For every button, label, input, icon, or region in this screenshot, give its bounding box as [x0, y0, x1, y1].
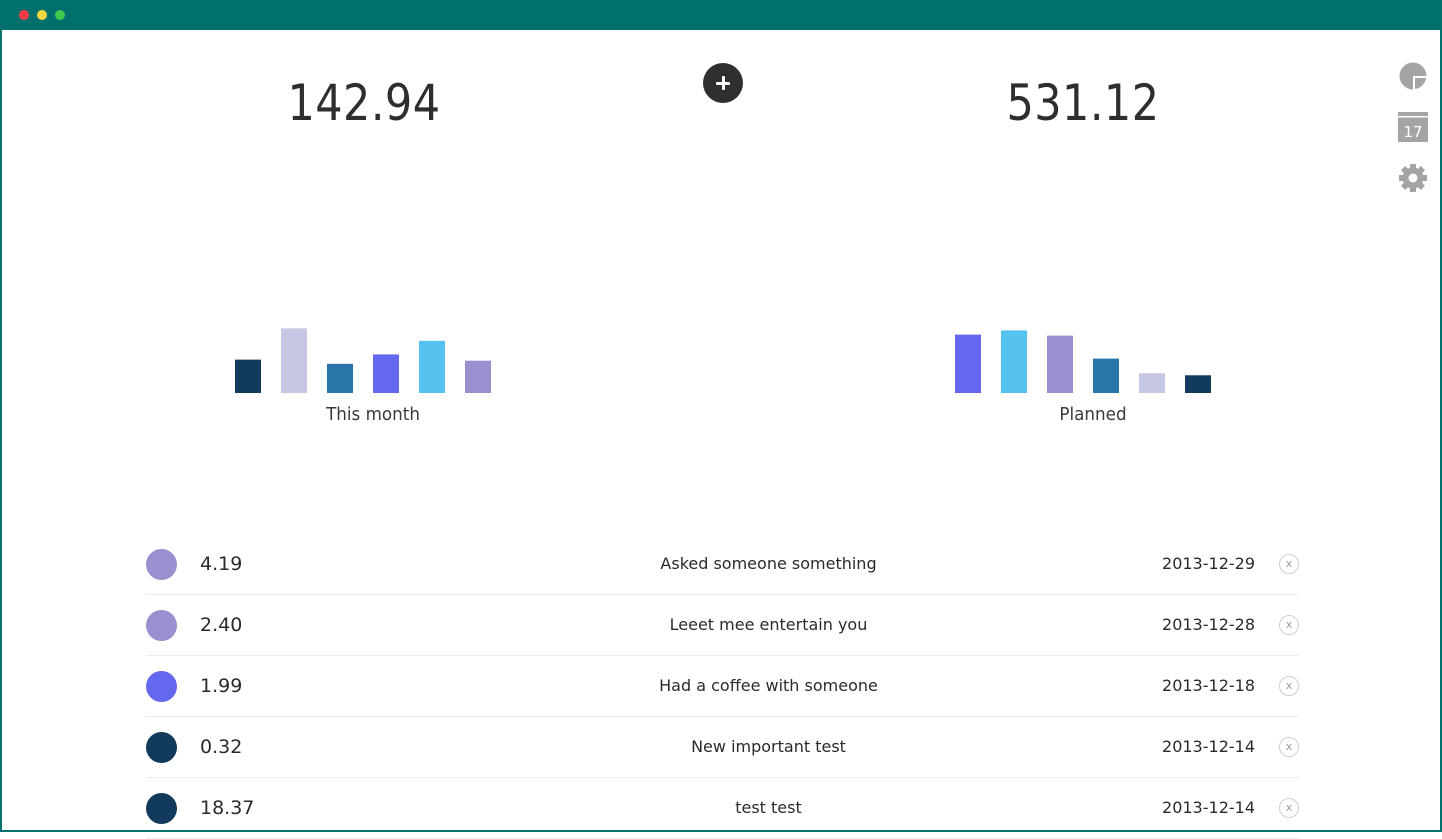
- transaction-amount: 1.99: [200, 675, 243, 697]
- app-window: 142.94 531.12 17 This month Planned 4.19: [0, 0, 1442, 839]
- calendar-day-label: 17: [1403, 123, 1422, 141]
- remove-transaction-button[interactable]: x: [1279, 737, 1299, 757]
- transaction-amount: 18.37: [200, 797, 255, 819]
- transaction-row[interactable]: 0.32 New important test 2013-12-14 x: [146, 717, 1299, 778]
- remove-transaction-button[interactable]: x: [1279, 554, 1299, 574]
- transaction-list: 4.19 Asked someone something 2013-12-29 …: [146, 534, 1299, 839]
- bar-4: [1093, 358, 1119, 393]
- this-month-chart-label: This month: [326, 404, 420, 425]
- bar-3: [327, 363, 353, 393]
- transaction-row[interactable]: 2.40 Leeet mee entertain you 2013-12-28 …: [146, 595, 1299, 656]
- planned-chart-label: Planned: [1059, 404, 1127, 425]
- maximize-window-button[interactable]: [55, 10, 65, 20]
- minimize-window-button[interactable]: [37, 10, 47, 20]
- transaction-row[interactable]: 18.37 test test 2013-12-14 x: [146, 778, 1299, 839]
- transaction-row[interactable]: 1.99 Had a coffee with someone 2013-12-1…: [146, 656, 1299, 717]
- transaction-description: Asked someone something: [660, 554, 877, 573]
- category-color-dot: [146, 610, 177, 641]
- bar-1: [235, 359, 261, 393]
- bar-3: [1047, 335, 1073, 393]
- bar-6: [1185, 375, 1211, 393]
- transaction-description: Had a coffee with someone: [659, 676, 878, 695]
- transaction-amount: 2.40: [200, 614, 243, 636]
- planned-chart: Planned: [943, 320, 1243, 432]
- remove-transaction-button[interactable]: x: [1279, 676, 1299, 696]
- transaction-date: 2013-12-18: [1162, 676, 1255, 695]
- remove-transaction-button[interactable]: x: [1279, 798, 1299, 818]
- transaction-description: test test: [735, 798, 802, 817]
- bar-6: [465, 360, 491, 393]
- gear-icon[interactable]: [1398, 163, 1428, 193]
- pie-chart-icon[interactable]: [1398, 61, 1428, 91]
- calendar-icon[interactable]: 17: [1398, 112, 1428, 142]
- transaction-date: 2013-12-14: [1162, 798, 1255, 817]
- bar-2: [1001, 330, 1027, 393]
- transaction-date: 2013-12-28: [1162, 615, 1255, 634]
- transaction-description: New important test: [691, 737, 846, 756]
- transaction-date: 2013-12-29: [1162, 554, 1255, 573]
- category-color-dot: [146, 549, 177, 580]
- add-expense-button[interactable]: [703, 63, 743, 103]
- transaction-amount: 0.32: [200, 736, 243, 758]
- planned-bars: [955, 330, 1211, 393]
- title-bar: [0, 0, 1442, 30]
- this-month-bars: [235, 328, 491, 393]
- bar-4: [373, 354, 399, 393]
- bar-1: [955, 334, 981, 393]
- category-color-dot: [146, 732, 177, 763]
- category-color-dot: [146, 793, 177, 824]
- planned-total: 531.12: [1006, 74, 1160, 132]
- transaction-amount: 4.19: [200, 553, 243, 575]
- this-month-chart: This month: [223, 320, 523, 432]
- category-color-dot: [146, 671, 177, 702]
- this-month-total: 142.94: [287, 74, 441, 132]
- transaction-description: Leeet mee entertain you: [669, 615, 868, 634]
- bar-5: [419, 340, 445, 393]
- transaction-row[interactable]: 4.19 Asked someone something 2013-12-29 …: [146, 534, 1299, 595]
- remove-transaction-button[interactable]: x: [1279, 615, 1299, 635]
- transaction-date: 2013-12-14: [1162, 737, 1255, 756]
- bar-2: [281, 328, 307, 393]
- close-window-button[interactable]: [19, 10, 29, 20]
- bar-5: [1139, 373, 1165, 393]
